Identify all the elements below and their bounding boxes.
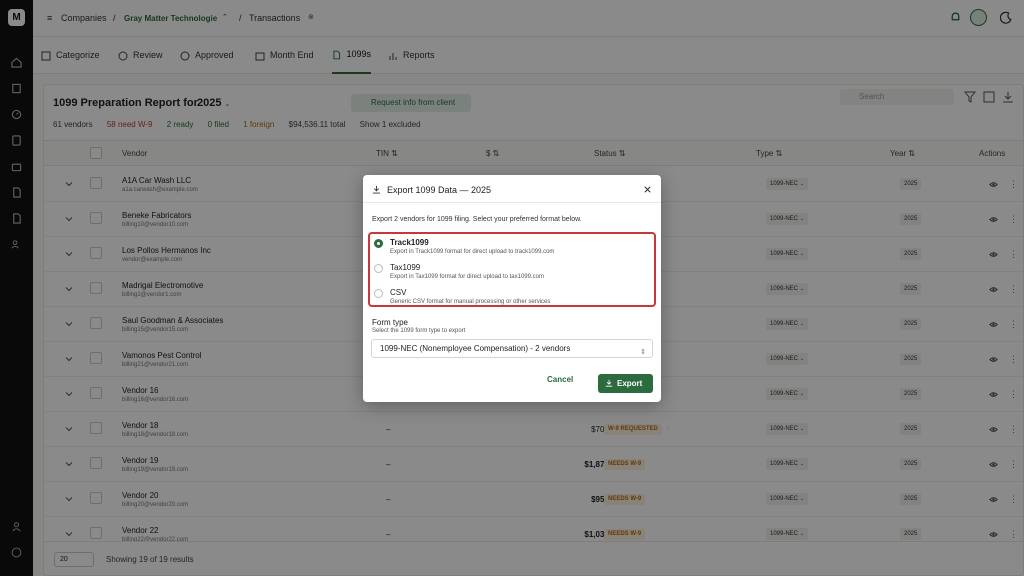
option-description: Export in Track1099 format for direct up… [390,249,555,255]
option-tax1099[interactable]: Tax1099 Export in Tax1099 format for dir… [370,261,654,286]
radio-tax1099[interactable] [374,264,383,273]
export-label: Export [617,379,643,388]
form-type-value: 1099-NEC (Nonemployee Compensation) - 2 … [380,344,571,353]
radio-track1099[interactable] [374,239,383,248]
option-description: Generic CSV format for manual processing… [390,299,551,305]
form-type-help: Select the 1099 form type to export [372,328,466,334]
form-type-select[interactable]: 1099-NEC (Nonemployee Compensation) - 2 … [371,339,653,358]
dialog-header: Export 1099 Data — 2025 [363,175,661,203]
cancel-button[interactable]: Cancel [547,375,573,384]
format-options: Track1099 Export in Track1099 format for… [368,232,656,307]
option-label: CSV [390,288,407,297]
download-icon [605,379,613,387]
option-csv[interactable]: CSV Generic CSV format for manual proces… [370,286,654,311]
form-type-label: Form type [372,318,409,327]
export-dialog: Export 1099 Data — 2025 Export 2 vendors… [363,175,661,402]
option-track1099[interactable]: Track1099 Export in Track1099 format for… [370,236,654,261]
close-icon[interactable] [643,185,652,194]
download-icon [372,185,381,194]
option-label: Tax1099 [390,263,421,272]
radio-csv[interactable] [374,289,383,298]
export-button[interactable]: Export [598,374,653,393]
option-description: Export in Tax1099 format for direct uplo… [390,274,544,280]
chevron-updown-icon: ⇕ [640,349,646,356]
dialog-title: Export 1099 Data — 2025 [387,185,492,195]
option-label: Track1099 [390,238,429,247]
dialog-description: Export 2 vendors for 1099 filing. Select… [372,216,582,223]
